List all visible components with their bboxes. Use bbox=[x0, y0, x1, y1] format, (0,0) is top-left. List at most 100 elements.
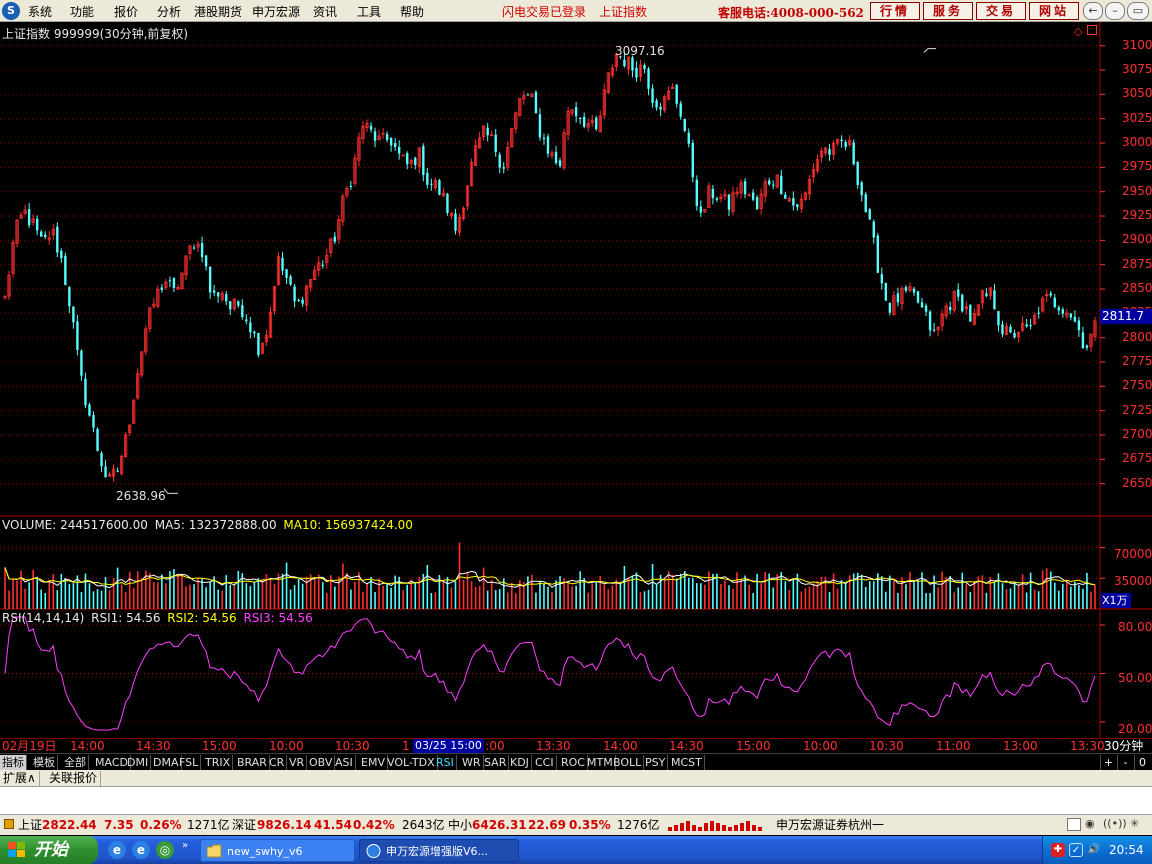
menu-swhy[interactable]: 申万宏源 bbox=[252, 3, 300, 20]
sz-index-name[interactable]: 深证 bbox=[232, 818, 256, 832]
network-icon[interactable]: ✚ bbox=[1051, 843, 1065, 857]
candle-body bbox=[546, 136, 550, 154]
menu-help[interactable]: 帮助 bbox=[400, 3, 424, 20]
tab-vr[interactable]: VR bbox=[287, 755, 308, 770]
tab-brar[interactable]: BRAR bbox=[235, 755, 270, 770]
restore-icon[interactable]: ▭ bbox=[1127, 2, 1149, 20]
trade-button[interactable]: 交易 bbox=[976, 2, 1026, 20]
volume-icon[interactable]: 🔊 bbox=[1087, 843, 1101, 857]
minimize-icon[interactable]: – bbox=[1105, 2, 1125, 20]
flash-trade-status[interactable]: 闪电交易已登录 bbox=[502, 3, 586, 20]
website-button[interactable]: 网站 bbox=[1029, 2, 1079, 20]
sme-index-name[interactable]: 中小 bbox=[448, 818, 472, 832]
tab-all[interactable]: 全部 bbox=[62, 755, 89, 770]
candle-body bbox=[647, 68, 650, 89]
refresh-icon[interactable]: ✳ bbox=[1130, 817, 1139, 830]
tab-cci[interactable]: CCI bbox=[533, 755, 557, 770]
ie-icon[interactable]: e bbox=[108, 841, 126, 859]
app-icon[interactable]: ◎ bbox=[156, 841, 174, 859]
menu-hk-futures[interactable]: 港股期货 bbox=[194, 3, 242, 20]
volume-ma10: MA10: 156937424.00 bbox=[283, 518, 413, 532]
taskbar-item-folder[interactable]: new_swhy_v6 bbox=[200, 839, 355, 862]
quote-button[interactable]: 行情 bbox=[870, 2, 920, 20]
price-tick-label: 2750 bbox=[1122, 378, 1152, 393]
candle-body bbox=[651, 88, 654, 103]
service-button[interactable]: 服务 bbox=[923, 2, 973, 20]
tab-indicator[interactable]: 指标 bbox=[0, 755, 27, 770]
tab-psy[interactable]: PSY bbox=[643, 755, 669, 770]
candle-body bbox=[655, 100, 658, 108]
cursor-time-label: 03/25 15:00 bbox=[413, 739, 484, 753]
rsi-params: RSI(14,14,14) bbox=[2, 611, 85, 625]
tab-trix[interactable]: TRIX bbox=[203, 755, 234, 770]
chart-canvas[interactable] bbox=[0, 22, 1152, 738]
candle-body bbox=[957, 289, 960, 297]
price-tick-label: 2900 bbox=[1122, 232, 1152, 247]
candle-body bbox=[76, 321, 79, 351]
current-index-label[interactable]: 上证指数 bbox=[599, 3, 647, 20]
tab-vol-tdx[interactable]: VOL-TDX bbox=[385, 755, 438, 770]
tab-cr[interactable]: CR bbox=[267, 755, 288, 770]
candle-body bbox=[780, 175, 783, 195]
tab-related-quotes[interactable]: 关联报价 bbox=[46, 771, 102, 786]
diamond-icon[interactable]: ◇ bbox=[1074, 25, 1082, 38]
chart-area[interactable]: 上证指数 999999(30分钟,前复权) ◇ 3100 3075 3050 3025… bbox=[0, 22, 1152, 738]
tab-extend[interactable]: 扩展∧ bbox=[0, 771, 40, 786]
signal-icon: ◉ bbox=[1085, 817, 1095, 830]
back-icon[interactable]: ← bbox=[1083, 2, 1103, 20]
candle-body bbox=[285, 269, 288, 278]
candle-body bbox=[486, 127, 489, 136]
menu-news[interactable]: 资讯 bbox=[313, 3, 337, 20]
start-button[interactable]: 开始 bbox=[0, 836, 98, 864]
tab-asi[interactable]: ASI bbox=[333, 755, 356, 770]
candle-body bbox=[928, 311, 932, 331]
status-lock-icon[interactable] bbox=[4, 819, 14, 829]
menu-function[interactable]: 功能 bbox=[70, 3, 94, 20]
tab-template[interactable]: 模板 bbox=[31, 755, 58, 770]
shield-icon[interactable]: ✓ bbox=[1069, 843, 1083, 857]
candle-body bbox=[60, 250, 63, 259]
tab-emv[interactable]: EMV bbox=[359, 755, 388, 770]
breadth-bar bbox=[698, 827, 702, 831]
tab-wr[interactable]: WR bbox=[460, 755, 484, 770]
remove-panel-button[interactable]: - bbox=[1117, 755, 1133, 770]
candle-body bbox=[297, 300, 300, 302]
tab-roc[interactable]: ROC bbox=[559, 755, 588, 770]
candle-body bbox=[1069, 313, 1073, 318]
tab-kdj[interactable]: KDJ bbox=[508, 755, 532, 770]
quicklaunch-more-icon[interactable]: » bbox=[182, 840, 188, 851]
add-panel-button[interactable]: + bbox=[1100, 755, 1116, 770]
candle-body bbox=[92, 415, 95, 428]
menu-quote[interactable]: 报价 bbox=[114, 3, 138, 20]
tab-boll[interactable]: BOLL bbox=[611, 755, 645, 770]
menu-system[interactable]: 系统 bbox=[28, 3, 52, 20]
tab-sar[interactable]: SAR bbox=[482, 755, 510, 770]
tab-mcst[interactable]: MCST bbox=[669, 755, 705, 770]
candle-body bbox=[72, 306, 75, 323]
breadth-bar bbox=[740, 823, 744, 831]
taskbar-item-trading-app[interactable]: 申万宏源增强版V6... bbox=[359, 839, 519, 862]
taskbar-item-label: new_swhy_v6 bbox=[227, 845, 303, 858]
tab-rsi[interactable]: RSI bbox=[434, 755, 457, 770]
candle-body bbox=[229, 301, 232, 310]
candle-body bbox=[751, 192, 755, 200]
tab-fsl[interactable]: FSL bbox=[177, 755, 202, 770]
period-label[interactable]: 30分钟 bbox=[1104, 739, 1143, 753]
expand-icon[interactable] bbox=[1087, 25, 1097, 35]
status-window-icon[interactable] bbox=[1067, 818, 1081, 831]
candle-body bbox=[1029, 325, 1032, 327]
price-tick-label: 2650 bbox=[1122, 475, 1152, 490]
tab-obv[interactable]: OBV bbox=[307, 755, 336, 770]
time-label: 14:00 bbox=[603, 739, 638, 753]
breadth-bar bbox=[704, 823, 708, 831]
menu-tools[interactable]: 工具 bbox=[357, 3, 381, 20]
tab-dmi[interactable]: DMI bbox=[125, 755, 152, 770]
candle-body bbox=[422, 146, 425, 176]
menu-analysis[interactable]: 分析 bbox=[157, 3, 181, 20]
volume-tick-35000: 35000 bbox=[1114, 574, 1152, 588]
candle-body bbox=[200, 242, 204, 257]
price-tick-label: 2675 bbox=[1122, 451, 1152, 466]
reset-panel-button[interactable]: 0 bbox=[1134, 755, 1150, 770]
sh-index-name[interactable]: 上证 bbox=[18, 818, 42, 832]
ie-icon[interactable]: e bbox=[132, 841, 150, 859]
